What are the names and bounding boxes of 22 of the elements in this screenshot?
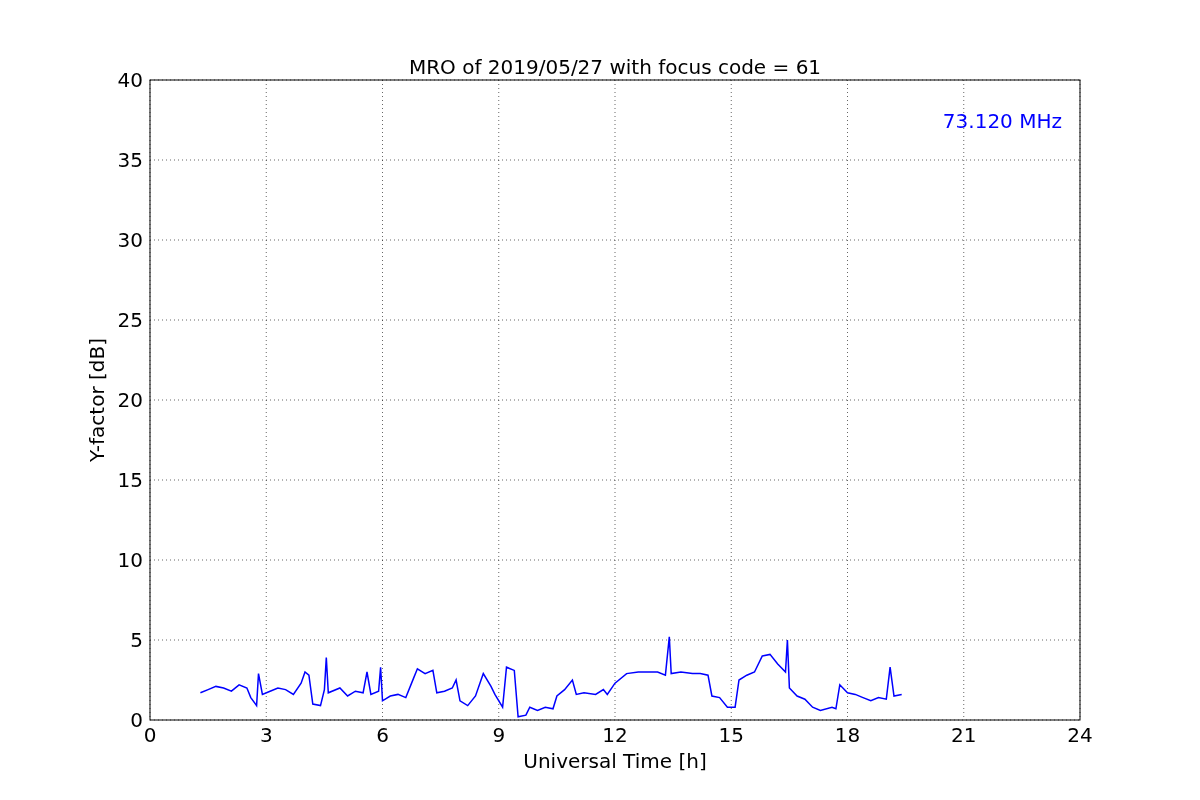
x-tick-label: 18 [834, 723, 861, 747]
x-tick-label: 0 [143, 723, 157, 747]
chart-title: MRO of 2019/05/27 with focus code = 61 [408, 55, 822, 79]
x-tick-label: 6 [376, 723, 389, 747]
y-tick-label: 5 [130, 628, 143, 652]
x-tick-label: 12 [602, 723, 628, 747]
y-tick-label: 15 [117, 468, 143, 492]
y-tick-label: 30 [117, 228, 143, 252]
y-tick-label: 35 [117, 148, 143, 172]
x-tick-label: 3 [259, 723, 273, 747]
frequency-label: 73.120 MHz [942, 109, 1062, 133]
x-tick-label: 9 [492, 723, 506, 747]
x-tick-label: 24 [1067, 723, 1093, 747]
y-tick-label: 40 [117, 68, 143, 92]
y-tick-label: 25 [117, 308, 143, 332]
y-tick-label: 0 [130, 708, 143, 732]
y-axis-label: Y-factor [dB] [85, 338, 109, 462]
x-axis-label: Universal Time [h] [523, 749, 707, 773]
y-tick-label: 20 [117, 388, 143, 412]
x-tick-label: 15 [718, 723, 744, 747]
x-tick-label: 21 [951, 723, 977, 747]
y-tick-label: 10 [117, 548, 143, 572]
